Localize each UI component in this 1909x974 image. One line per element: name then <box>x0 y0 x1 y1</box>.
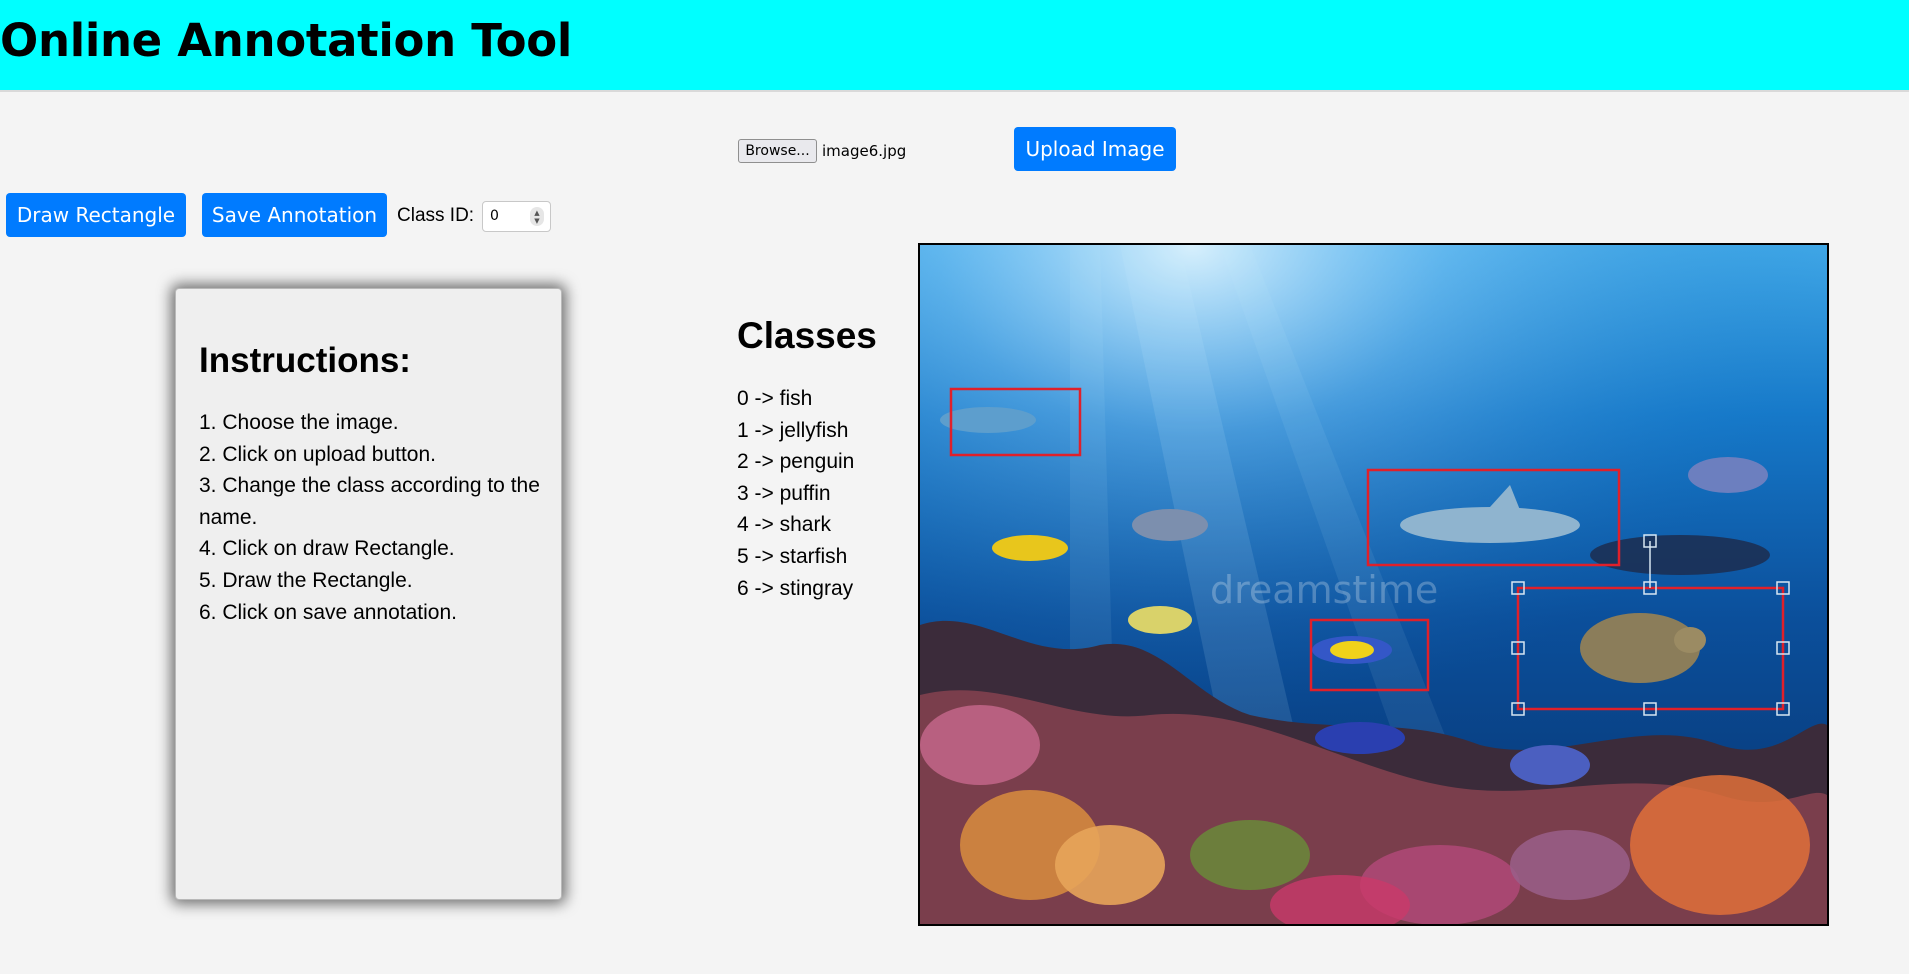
instruction-step: 1. Choose the image. <box>199 411 399 434</box>
instruction-step: 3. Change the class according to the nam… <box>199 474 540 529</box>
instructions-title: Instructions: <box>199 341 411 380</box>
classes-list: 0 -> fish 1 -> jellyfish 2 -> penguin 3 … <box>737 383 854 604</box>
class-id-value: 0 <box>490 208 499 224</box>
underwater-image: dreamstime <box>920 245 1827 924</box>
file-browse-button[interactable]: Browse... <box>738 139 817 163</box>
class-item: 6 -> stingray <box>737 576 854 600</box>
page-title: Online Annotation Tool <box>0 14 572 67</box>
upload-image-button[interactable]: Upload Image <box>1014 127 1176 171</box>
instructions-panel: Instructions: 1. Choose the image. 2. Cl… <box>175 288 562 900</box>
instructions-list: 1. Choose the image. 2. Click on upload … <box>199 407 544 628</box>
spinner-arrows-icon[interactable]: ▲ ▼ <box>530 207 544 226</box>
class-item: 4 -> shark <box>737 513 831 537</box>
save-annotation-button[interactable]: Save Annotation <box>202 193 387 237</box>
instruction-step: 4. Click on draw Rectangle. <box>199 537 455 561</box>
classes-title: Classes <box>737 315 877 356</box>
class-item: 0 -> fish <box>737 387 813 410</box>
class-item: 5 -> starfish <box>737 544 848 568</box>
instruction-step: 5. Draw the Rectangle. <box>199 568 413 592</box>
class-item: 3 -> puffin <box>737 481 831 505</box>
annotation-canvas[interactable]: dreamstime <box>918 243 1829 926</box>
instruction-step: 2. Click on upload button. <box>199 442 436 466</box>
app-header: Online Annotation Tool <box>0 0 1909 92</box>
instruction-step: 6. Click on save annotation. <box>199 600 457 624</box>
class-id-label: Class ID: <box>397 205 475 226</box>
class-id-input[interactable]: 0 ▲ ▼ <box>482 201 551 232</box>
watermark-text: dreamstime <box>1210 568 1438 612</box>
draw-rectangle-button[interactable]: Draw Rectangle <box>6 193 186 237</box>
class-item: 2 -> penguin <box>737 450 855 474</box>
class-item: 1 -> jellyfish <box>737 418 849 442</box>
selected-file-name: image6.jpg <box>822 142 907 160</box>
